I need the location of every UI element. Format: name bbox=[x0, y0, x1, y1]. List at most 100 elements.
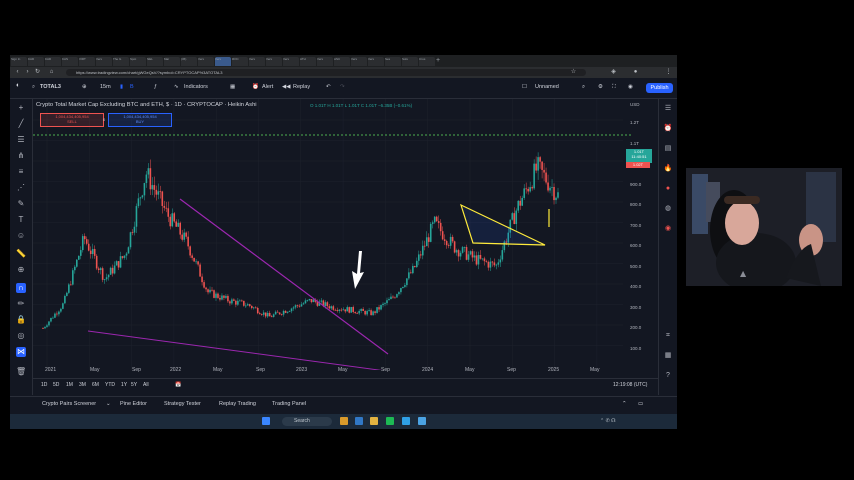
undo-icon[interactable]: ↶ bbox=[326, 84, 331, 90]
search-icon[interactable]: ⌕ bbox=[32, 84, 35, 91]
hide-drawings-icon[interactable]: ◎ bbox=[16, 331, 26, 341]
screener-dropdown-icon[interactable]: ⌄ bbox=[106, 401, 111, 407]
bottom-tab[interactable]: Crypto Pairs Screener bbox=[42, 401, 96, 407]
horizontal-line-tool-icon[interactable]: ☰ bbox=[16, 135, 26, 145]
browser-tab[interactable]: Vers bbox=[368, 56, 384, 66]
browser-tab[interactable]: Sign In bbox=[11, 56, 27, 66]
pitchfork-tool-icon[interactable]: ⋔ bbox=[16, 151, 26, 161]
chart-type-icon[interactable]: ▮ bbox=[120, 84, 123, 90]
browser-tab[interactable]: ATH bbox=[300, 56, 316, 66]
date-range-icon[interactable]: 📅 bbox=[175, 382, 181, 388]
stay-drawing-icon[interactable]: ✏ bbox=[16, 299, 26, 309]
range-1m[interactable]: 1M bbox=[66, 382, 73, 388]
zoom-tool-icon[interactable]: ⊕ bbox=[16, 265, 26, 275]
browser-tab[interactable]: Mar bbox=[164, 56, 180, 66]
forward-icon[interactable]: › bbox=[24, 69, 31, 76]
pattern-tool-icon[interactable]: ⋰ bbox=[16, 183, 26, 193]
browser-tab[interactable]: KAD bbox=[45, 56, 61, 66]
browser-tab[interactable]: Vers bbox=[215, 56, 231, 66]
browser-tab[interactable]: Vers bbox=[317, 56, 333, 66]
extensions-icon[interactable]: ◈ bbox=[610, 69, 617, 76]
url-input[interactable]: https://www.tradingview.com/chart/gWGeQs… bbox=[66, 69, 586, 76]
browser-tab[interactable]: Vers bbox=[198, 56, 214, 66]
text-tool-icon[interactable]: T bbox=[16, 215, 26, 225]
magnet-tool-icon[interactable]: ∩ bbox=[16, 283, 26, 293]
indicators-button[interactable]: Indicators bbox=[184, 84, 208, 90]
fullscreen-icon[interactable]: ⛶ bbox=[612, 84, 616, 91]
brush-tool-icon[interactable]: ✎ bbox=[16, 199, 26, 209]
layout-toggle-icon[interactable]: ☐ bbox=[522, 84, 527, 90]
bookmark-star-icon[interactable]: ☆ bbox=[570, 69, 577, 76]
heikin-ashi-icon[interactable]: B bbox=[130, 84, 134, 90]
browser-tab[interactable]: Crus bbox=[419, 56, 435, 66]
windows-start-icon[interactable] bbox=[262, 417, 270, 425]
range-5y[interactable]: 5Y bbox=[131, 382, 137, 388]
crosshair-icon[interactable]: + bbox=[16, 103, 26, 113]
trendline-tool-icon[interactable]: ╱ bbox=[16, 119, 26, 129]
browser-tab[interactable]: VIRT bbox=[79, 56, 95, 66]
browser-tab[interactable]: KAS bbox=[62, 56, 78, 66]
range-6m[interactable]: 6M bbox=[92, 382, 99, 388]
range-5d[interactable]: 5D bbox=[53, 382, 59, 388]
edge-browser-icon[interactable] bbox=[355, 417, 363, 425]
price-scale-currency[interactable]: USD bbox=[630, 102, 640, 107]
snapshot-icon[interactable]: ◉ bbox=[628, 84, 633, 90]
quick-search-icon[interactable]: ⌕ bbox=[582, 84, 585, 91]
hotlists-icon[interactable]: 🔥 bbox=[663, 164, 673, 174]
fib-tool-icon[interactable]: ≡ bbox=[16, 167, 26, 177]
redo-icon[interactable]: ↷ bbox=[340, 84, 345, 90]
browser-tab[interactable]: ROC bbox=[232, 56, 248, 66]
alert-icon[interactable]: ⏰ bbox=[252, 84, 259, 90]
maximize-panel-icon[interactable]: ▭ bbox=[638, 401, 643, 407]
settings-app-icon[interactable] bbox=[418, 417, 426, 425]
layout-name[interactable]: Unnamed bbox=[535, 84, 559, 90]
replay-icon[interactable]: ◀◀ bbox=[282, 84, 290, 90]
taskbar-search[interactable]: Search bbox=[282, 417, 332, 426]
browser-tab[interactable]: Vers bbox=[96, 56, 112, 66]
data-window-icon[interactable]: ▤ bbox=[663, 144, 673, 154]
range-1d[interactable]: 1D bbox=[41, 382, 47, 388]
notifications-icon[interactable]: ◉ bbox=[663, 224, 673, 234]
browser-tab[interactable]: ASC bbox=[334, 56, 350, 66]
file-explorer-icon[interactable] bbox=[370, 417, 378, 425]
settings-icon[interactable]: ⚙ bbox=[598, 84, 603, 90]
browser-tab[interactable]: Sols bbox=[402, 56, 418, 66]
new-tab-icon[interactable]: + bbox=[436, 57, 444, 66]
indicators-icon[interactable]: ∿ bbox=[174, 84, 179, 90]
browser-tab[interactable]: Vers bbox=[266, 56, 282, 66]
widgets-icon[interactable] bbox=[340, 417, 348, 425]
home-icon[interactable]: ⌂ bbox=[48, 69, 55, 76]
alerts-panel-icon[interactable]: ⏰ bbox=[663, 124, 673, 134]
bottom-tab[interactable]: Strategy Tester bbox=[164, 401, 201, 407]
browser-tab[interactable]: NEL bbox=[147, 56, 163, 66]
symbol-search[interactable]: TOTAL3 bbox=[40, 84, 61, 90]
price-chart[interactable] bbox=[33, 99, 633, 370]
buy-button[interactable]: 1,004,434,405,954 BUY bbox=[108, 113, 172, 127]
range-ytd[interactable]: YTD bbox=[105, 382, 115, 388]
object-tree-icon[interactable]: ⋈ bbox=[16, 347, 26, 357]
browser-tab[interactable]: Vers bbox=[249, 56, 265, 66]
browser-tab[interactable]: The G bbox=[113, 56, 129, 66]
system-tray-icons[interactable]: ⌃ ✆ ☊ bbox=[600, 418, 616, 424]
publish-button[interactable]: Publish bbox=[646, 83, 673, 93]
browser-tab[interactable]: Ses bbox=[385, 56, 401, 66]
sell-button[interactable]: 1,004,434,405,954 SELL bbox=[40, 113, 104, 127]
indicator-templates-icon[interactable]: ƒ bbox=[154, 84, 157, 90]
browser-tab[interactable]: Spot bbox=[130, 56, 146, 66]
alert-button[interactable]: Alert bbox=[262, 84, 273, 90]
ideas-icon[interactable]: ◍ bbox=[663, 204, 673, 214]
bottom-tab[interactable]: Trading Panel bbox=[272, 401, 306, 407]
browser-tab[interactable]: Vers bbox=[283, 56, 299, 66]
watchlist-icon[interactable]: ☰ bbox=[663, 104, 673, 114]
browser-tab[interactable]: KAD bbox=[28, 56, 44, 66]
calendar-icon[interactable]: ▦ bbox=[663, 351, 673, 361]
range-3m[interactable]: 3M bbox=[79, 382, 86, 388]
clock-display[interactable]: 12:19:08 (UTC) bbox=[613, 382, 647, 388]
browser-menu-icon[interactable]: ⋮ bbox=[665, 69, 672, 76]
lock-drawings-icon[interactable]: 🔒 bbox=[16, 315, 26, 325]
compare-symbol-icon[interactable]: ⊕ bbox=[82, 84, 87, 90]
profile-icon[interactable]: ● bbox=[632, 69, 639, 76]
store-icon[interactable] bbox=[402, 417, 410, 425]
pine-icon[interactable]: ⌗ bbox=[663, 331, 673, 341]
emoji-tool-icon[interactable]: ☺ bbox=[16, 231, 26, 241]
